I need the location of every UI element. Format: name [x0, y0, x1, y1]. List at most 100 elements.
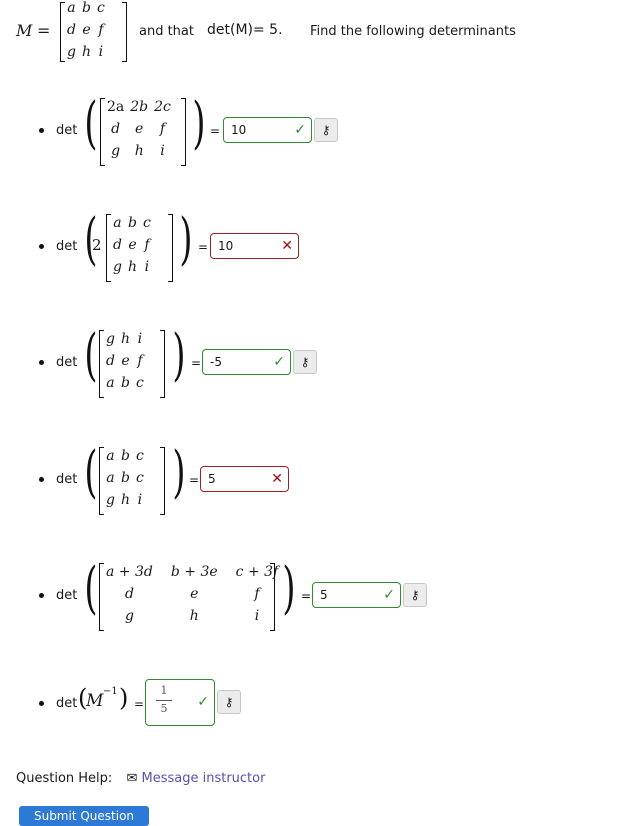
- intro-matrix: a b c d e f g h i: [64, 0, 108, 63]
- incorrect-x-icon: ✕: [281, 238, 293, 254]
- equals-sign: =: [198, 240, 209, 254]
- matrix-cell: g: [113, 259, 122, 275]
- matrix-cell: i: [98, 44, 104, 60]
- matrix-cell: a: [106, 375, 115, 391]
- matrix-cell: h: [189, 608, 199, 624]
- matrix-cell: f: [98, 22, 104, 38]
- view-key-button[interactable]: ⚷: [314, 118, 338, 142]
- matrix-cell: g: [106, 492, 115, 508]
- matrix-cell: f: [144, 237, 150, 253]
- matrix-cell: h: [120, 492, 130, 508]
- scalar: 2: [92, 236, 102, 254]
- matrix-cell: b: [128, 215, 137, 231]
- matrix-cell: 2c: [154, 99, 171, 115]
- help-label: Question Help:: [16, 771, 113, 786]
- question-matrix: 2a 2b 2c d e f g h i: [104, 96, 174, 162]
- matrix-cell: g: [124, 608, 134, 624]
- exponent: −1: [103, 686, 118, 697]
- answer-value: -5: [210, 355, 222, 369]
- incorrect-x-icon: ✕: [271, 471, 283, 487]
- matrix-cell: b: [121, 375, 130, 391]
- bullet: [39, 244, 44, 249]
- matrix-cell: e: [190, 586, 199, 602]
- matrix-cell: e: [135, 121, 144, 137]
- matrix-name: M: [16, 21, 33, 40]
- paren-right: ): [172, 323, 186, 388]
- equals-sign: =: [189, 473, 200, 487]
- answer-value: 10: [218, 239, 234, 253]
- matrix-cell: c: [136, 448, 144, 464]
- answer-input[interactable]: -5 ✓: [202, 349, 291, 375]
- matrix-cell: i: [144, 259, 150, 275]
- matrix-cell: e: [128, 237, 137, 253]
- matrix-cell: b: [121, 448, 130, 464]
- message-instructor-link[interactable]: Message instructor: [141, 771, 265, 786]
- det-label: det: [56, 696, 78, 711]
- answer-input[interactable]: 10 ✓: [223, 117, 312, 143]
- correct-check-icon: ✓: [197, 694, 209, 710]
- bullet: [39, 128, 44, 133]
- matrix-symbol: M: [86, 691, 104, 711]
- equals-sign: =: [301, 589, 312, 603]
- matrix-cell: a + 3d: [106, 564, 153, 580]
- answer-value: 10: [231, 123, 247, 137]
- matrix-cell: b: [82, 0, 91, 16]
- view-key-button[interactable]: ⚷: [403, 583, 427, 607]
- answer-input[interactable]: 1 5 ✓: [145, 679, 215, 726]
- paren-right: ): [172, 440, 186, 505]
- equals-sign: =: [134, 697, 145, 711]
- submit-question-button[interactable]: Submit Question: [19, 806, 149, 826]
- mail-icon: ✉: [126, 771, 138, 786]
- equals-sign: =: [37, 21, 51, 40]
- bullet: [39, 360, 44, 365]
- fraction-denominator: 5: [160, 702, 168, 715]
- bullet: [39, 477, 44, 482]
- paren-right: ): [192, 91, 206, 156]
- key-icon: ⚷: [321, 123, 331, 137]
- matrix-cell: a: [106, 448, 115, 464]
- matrix-cell: g: [111, 143, 121, 159]
- matrix-cell: h: [127, 259, 137, 275]
- equals-sign: =: [191, 356, 202, 370]
- det-label: det: [56, 472, 78, 487]
- matrix-cell: e: [121, 353, 130, 369]
- matrix-cell: 2b: [130, 99, 149, 115]
- bracket-right: [160, 447, 165, 515]
- matrix-cell: e: [82, 22, 91, 38]
- answer-value: 5: [320, 588, 328, 602]
- correct-check-icon: ✓: [273, 354, 285, 370]
- answer-input[interactable]: 10 ✕: [210, 233, 299, 259]
- answer-input[interactable]: 5 ✓: [312, 582, 401, 608]
- fraction-bar: [156, 700, 172, 701]
- matrix-cell: c: [136, 375, 144, 391]
- bracket-right: [181, 98, 186, 166]
- matrix-cell: b + 3e: [170, 564, 218, 580]
- matrix-cell: g: [67, 44, 76, 60]
- paren-left: (: [84, 323, 98, 388]
- matrix-cell: d: [106, 353, 115, 369]
- paren-left: (: [84, 556, 98, 621]
- bracket-right: [122, 2, 127, 62]
- question-matrix: a + 3d b + 3e c + 3f d e f g h i: [103, 561, 281, 627]
- answer-value: 5: [208, 472, 216, 486]
- det-statement: det(M)= 5.: [207, 22, 283, 38]
- correct-check-icon: ✓: [383, 587, 395, 603]
- correct-check-icon: ✓: [294, 122, 306, 138]
- paren-left: (: [84, 91, 98, 156]
- view-key-button[interactable]: ⚷: [293, 350, 317, 374]
- key-icon: ⚷: [300, 355, 310, 369]
- matrix-cell: d: [124, 586, 134, 602]
- bullet: [39, 593, 44, 598]
- matrix-cell: h: [81, 44, 91, 60]
- matrix-cell: g: [106, 331, 115, 347]
- question-help: Question Help: ✉ Message instructor: [16, 771, 265, 786]
- key-icon: ⚷: [224, 695, 234, 709]
- matrix-cell: d: [67, 22, 76, 38]
- view-key-button[interactable]: ⚷: [217, 690, 241, 714]
- question-matrix: a b c d e f g h i: [110, 212, 154, 278]
- and-that-text: and that: [139, 24, 194, 39]
- paren-right: ): [282, 556, 296, 621]
- matrix-cell: b: [121, 470, 130, 486]
- answer-input[interactable]: 5 ✕: [200, 466, 289, 492]
- bracket-right: [270, 563, 275, 631]
